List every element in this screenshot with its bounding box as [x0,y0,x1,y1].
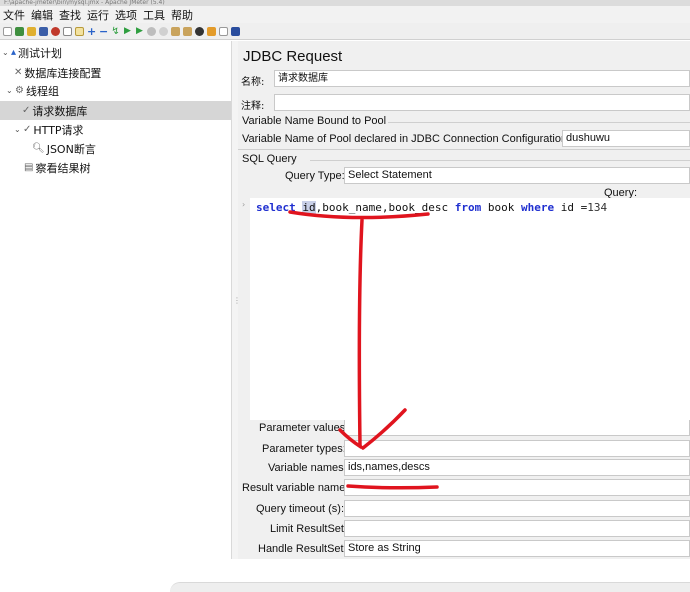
tree-node-results-tree[interactable]: ▤ 察看结果树 [24,158,90,177]
where-number: 134 [587,201,608,214]
section-divider [388,122,690,123]
handle-resultset-label: Handle ResultSet: [258,543,347,555]
test-plan-icon: ▴ [11,47,17,58]
pool-name-field[interactable]: dushuwu [562,130,690,147]
reset-search-icon[interactable] [207,26,216,36]
tree-node-label: 测试计划 [18,46,63,60]
assertion-icon: 🔍︎ [32,143,45,154]
tree-node-label: JSON断言 [46,142,96,156]
table-name: book [487,201,515,214]
tree-node-label: 数据库连接配置 [24,66,102,80]
tree-node-label: 请求数据库 [32,104,88,118]
tree-node-jdbc-config[interactable]: ✕ 数据库连接配置 [14,63,101,82]
param-types-label: Parameter types: [262,443,346,455]
menu-search[interactable]: 查找 [59,7,81,23]
collapse-arrow-icon[interactable]: ⌄ [14,125,23,134]
tree-node-label: 线程组 [25,84,59,98]
tree-node-jdbc-request[interactable]: ✓ 请求数据库 [0,101,231,120]
clear-all-icon[interactable] [183,26,192,36]
comment-label: 注释: [241,101,265,112]
new-icon[interactable] [3,26,12,36]
expand-icon[interactable]: + [87,26,96,37]
handle-resultset-field[interactable]: Store as String [344,540,690,557]
column-id: id [302,201,316,214]
shutdown-icon[interactable] [159,26,168,36]
start-no-pause-icon[interactable]: ▶ [135,26,144,36]
param-types-field[interactable] [344,440,690,457]
function-helper-icon[interactable] [219,26,228,36]
column-list: ,book_name,book_desc [315,201,449,214]
tree-node-json-assertion[interactable]: 🔍︎ JSON断言 [32,139,96,158]
sampler-icon: ✓ [22,105,31,116]
section-divider [238,149,690,150]
help-icon[interactable] [231,26,240,36]
sql-section-title: SQL Query [242,153,297,165]
clear-icon[interactable] [171,26,180,36]
keyword-where: where [520,201,555,214]
limit-resultset-label: Limit ResultSet: [270,523,348,535]
param-values-label: Parameter values: [259,422,349,434]
var-names-label: Variable names: [268,462,347,474]
copy-icon[interactable] [63,26,72,36]
menu-tools[interactable]: 工具 [143,7,165,23]
sampler-icon: ✓ [23,124,32,135]
timeout-label: Query timeout (s): [256,503,345,515]
comment-field[interactable] [274,94,690,111]
save-icon[interactable] [39,26,48,36]
panel-title: JDBC Request [243,48,343,65]
paste-icon[interactable] [75,26,84,36]
toolbar: + − ↯ ▶ ▶ [0,23,690,40]
templates-icon[interactable] [15,26,24,36]
collapse-arrow-icon[interactable]: ⌄ [6,86,15,95]
thread-group-icon: ⚙ [15,85,24,96]
pool-label: Variable Name of Pool declared in JDBC C… [242,133,571,145]
tree-node-label: HTTP请求 [33,123,84,137]
menu-options[interactable]: 选项 [115,7,137,23]
cut-icon[interactable] [51,26,60,36]
start-icon[interactable]: ▶ [123,26,132,36]
query-type-label: Query Type: [285,170,345,182]
menu-edit[interactable]: 编辑 [31,7,53,23]
keyword-select: select [256,201,296,214]
editor-fold-marker-icon: › [242,200,246,209]
menu-run[interactable]: 运行 [87,7,109,23]
query-code-line: select id,book_name,book_desc from book … [256,201,607,214]
tree-node-thread-group[interactable]: ⌄ ⚙ 线程组 [2,81,59,100]
where-condition: id = [560,201,588,214]
var-names-field[interactable]: ids,names,descs [344,459,690,476]
tree-node-test-plan[interactable]: ⌄ ▴ 测试计划 [2,43,62,62]
collapse-icon[interactable]: − [99,26,108,37]
pool-section-title: Variable Name Bound to Pool [242,115,387,127]
stop-icon[interactable] [147,26,156,36]
name-label: 名称: [241,77,265,88]
menu-help[interactable]: 帮助 [171,7,193,23]
section-divider [310,160,690,161]
collapse-arrow-icon[interactable]: ⌄ [2,48,11,57]
search-icon[interactable] [195,26,204,36]
config-element-icon: ✕ [14,67,23,78]
menu-bar: 文件 编辑 查找 运行 选项 工具 帮助 [0,6,690,23]
tree-node-label: 察看结果树 [35,161,91,175]
toggle-icon[interactable]: ↯ [111,26,120,36]
timeout-field[interactable] [344,500,690,517]
query-type-select[interactable]: Select Statement [344,167,690,184]
name-value: 请求数据库 [278,73,328,84]
query-editor[interactable]: select id,book_name,book_desc from book … [250,198,690,420]
menu-file[interactable]: 文件 [3,7,25,23]
result-var-field[interactable] [344,479,690,496]
tree-node-http-request[interactable]: ⌄ ✓ HTTP请求 [14,120,84,139]
limit-resultset-field[interactable] [344,520,690,537]
keyword-from: from [454,201,482,214]
open-icon[interactable] [27,26,36,36]
bottom-bar [170,582,690,592]
name-field[interactable]: 请求数据库 [274,70,690,87]
listener-icon: ▤ [24,162,34,173]
param-values-field[interactable] [344,419,690,436]
test-plan-tree: ⌄ ▴ 测试计划 ✕ 数据库连接配置 ⌄ ⚙ 线程组 ✓ 请求数据库 ⌄ ✓ H… [0,41,232,559]
result-var-label: Result variable name: [242,482,349,494]
